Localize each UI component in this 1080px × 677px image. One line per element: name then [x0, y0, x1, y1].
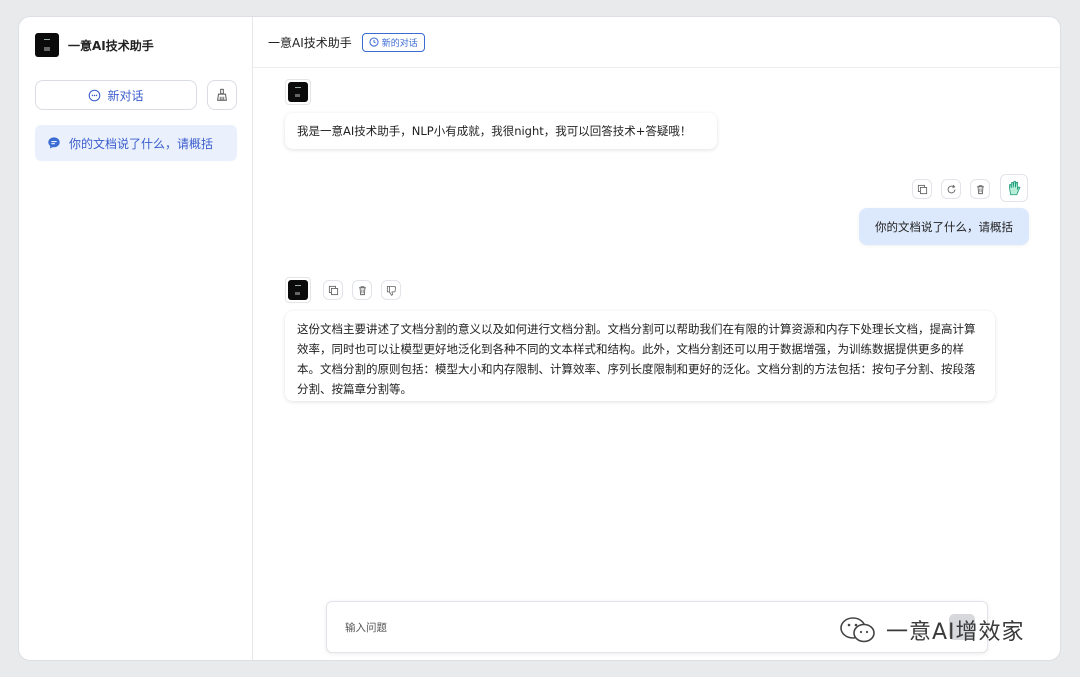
user-avatar	[1000, 174, 1028, 202]
thumbs-down-icon	[386, 285, 396, 296]
copy-icon	[328, 285, 338, 295]
bot-message-text: 这份文档主要讲述了文档分割的意义以及如何进行文档分割。文档分割可以帮助我们在有限…	[297, 322, 976, 396]
bot-avatar	[285, 277, 311, 303]
user-message-text: 你的文档说了什么，请概括	[875, 219, 1013, 234]
regenerate-button[interactable]	[941, 179, 961, 199]
new-chat-button[interactable]: 新对话	[35, 80, 197, 110]
app-logo-icon	[35, 33, 59, 57]
chat-header: 一意AI技术助手 新的对话	[253, 17, 1060, 68]
copy-icon	[917, 184, 927, 194]
bot-logo-icon	[288, 82, 308, 102]
bot-logo-icon	[288, 280, 308, 300]
trash-icon	[976, 184, 984, 194]
question-input[interactable]	[345, 618, 765, 638]
sidebar: 一意AI技术助手 新对话 你的文档说了什么，请概括	[19, 17, 253, 660]
session-label: 你的文档说了什么，请概括	[69, 136, 214, 151]
refresh-icon	[947, 184, 955, 193]
bot-message-text: 我是一意AI技术助手，NLP小有成就，我很night，我可以回答技术+答疑哦！	[297, 124, 692, 138]
chat-bubble-icon	[89, 89, 101, 101]
delete-button[interactable]	[970, 179, 990, 199]
delete-button[interactable]	[352, 280, 372, 300]
bot-message: 这份文档主要讲述了文档分割的意义以及如何进行文档分割。文档分割可以帮助我们在有限…	[285, 311, 995, 401]
sidebar-session-item[interactable]: 你的文档说了什么，请概括	[35, 125, 237, 161]
bot-message: 我是一意AI技术助手，NLP小有成就，我很night，我可以回答技术+答疑哦！	[285, 113, 717, 149]
clock-icon	[369, 37, 379, 47]
hand-icon	[1009, 180, 1021, 196]
brand: 一意AI技术助手	[35, 33, 154, 57]
watermark: 一意AI增效家	[838, 614, 1025, 646]
app-window: 一意AI技术助手 新对话 你的文档说了什么，请概括 一意AI技术助手 新的对话 …	[18, 16, 1061, 661]
wechat-icon	[840, 617, 875, 643]
broom-icon	[217, 88, 227, 101]
bot-avatar	[285, 79, 311, 105]
new-conversation-badge[interactable]: 新的对话	[361, 32, 425, 52]
chat-panel: 一意AI技术助手 新的对话 我是一意AI技术助手，NLP小有成就，我很night…	[253, 17, 1060, 660]
trash-icon	[358, 285, 366, 295]
chat-session-icon	[48, 137, 60, 149]
new-chat-label: 新对话	[107, 88, 144, 103]
badge-label: 新的对话	[381, 38, 418, 49]
copy-button[interactable]	[912, 179, 932, 199]
dislike-button[interactable]	[381, 280, 401, 300]
copy-button[interactable]	[323, 280, 343, 300]
chat-title: 一意AI技术助手	[268, 35, 352, 50]
watermark-text: 一意AI增效家	[886, 620, 1025, 645]
clear-history-button[interactable]	[207, 80, 237, 110]
brand-title: 一意AI技术助手	[68, 38, 154, 53]
user-message: 你的文档说了什么，请概括	[859, 208, 1029, 245]
